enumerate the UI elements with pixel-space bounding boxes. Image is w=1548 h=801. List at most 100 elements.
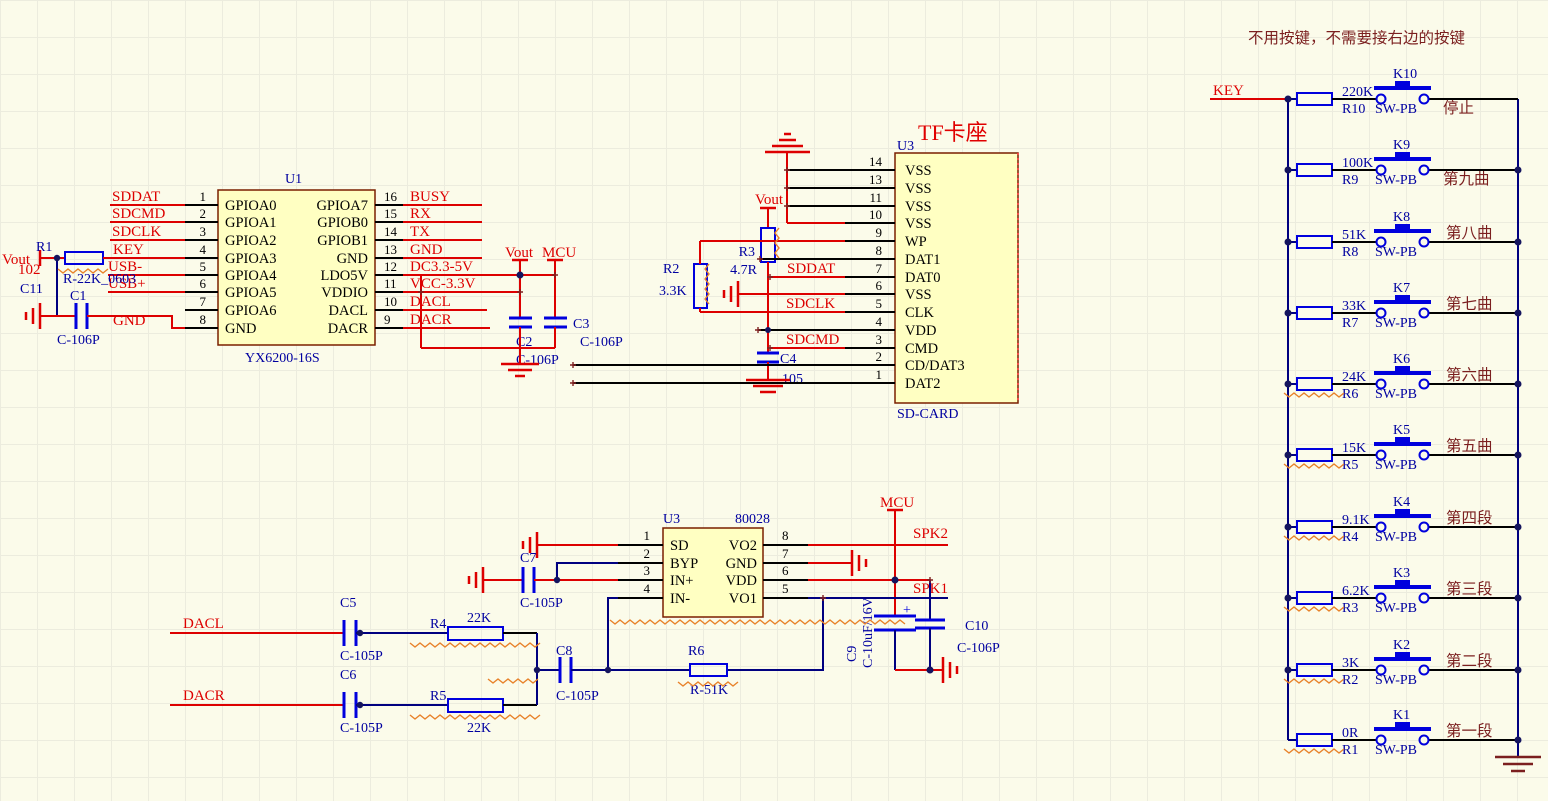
chip-sdcard[interactable]: U3 SD-CARD 1413 1110 98 76 54 32 1 VSSVS… — [845, 139, 1018, 422]
ground-icon — [1495, 757, 1541, 771]
svg-text:KEY: KEY — [113, 242, 144, 258]
svg-text:33K: 33K — [1342, 299, 1366, 314]
schematic-svg: U1 YX6200-16S 1 2 3 4 5 6 7 8 GPIOA0GPIO… — [0, 0, 1548, 801]
capacitor-c1[interactable]: C1 C-106P — [57, 289, 100, 348]
svg-text:5: 5 — [782, 581, 789, 596]
svg-text:K2: K2 — [1393, 638, 1410, 653]
svg-text:SW-PB: SW-PB — [1375, 102, 1417, 117]
capacitor-c6[interactable]: C6 C-105P — [340, 668, 383, 736]
pushbutton-icon[interactable] — [1374, 371, 1431, 375]
svg-text:VDD: VDD — [905, 323, 936, 339]
resistor-r2[interactable]: R2 3.3K — [659, 262, 707, 308]
mcu-rail-label[interactable]: MCU — [542, 245, 576, 261]
capacitor-c5[interactable]: C5 C-105P — [340, 596, 383, 664]
pushbutton-icon[interactable] — [1374, 229, 1431, 233]
svg-text:R1: R1 — [36, 240, 52, 255]
svg-text:9.1K: 9.1K — [1342, 513, 1370, 528]
svg-text:GPIOA2: GPIOA2 — [225, 233, 277, 249]
svg-text:GND: GND — [337, 251, 368, 267]
svg-text:R9: R9 — [1342, 173, 1358, 188]
svg-text:K5: K5 — [1393, 423, 1410, 438]
key-row-k7[interactable]: 33KR7 K7SW-PB 第七曲 — [1288, 281, 1518, 331]
svg-text:VSS: VSS — [905, 216, 932, 232]
pushbutton-icon[interactable] — [1374, 514, 1431, 518]
capacitor-c8[interactable]: C8 C-105P — [556, 644, 599, 704]
tf-card-section[interactable]: TF卡座 U3 SD-CARD 1413 1110 98 76 54 32 1 … — [573, 120, 1018, 422]
pushbutton-icon[interactable] — [1374, 727, 1431, 731]
resistor-r6[interactable]: R6 R-51K — [688, 644, 728, 698]
svg-text:R6: R6 — [1342, 387, 1358, 402]
pushbutton-icon[interactable] — [1374, 585, 1431, 589]
svg-text:3K: 3K — [1342, 656, 1359, 671]
keypad-section[interactable]: 不用按键，不需要接右边的按键 KEY 220KR10 K10SW-PB 停止 — [1210, 29, 1541, 771]
svg-text:BYP: BYP — [670, 556, 698, 572]
dacl-net-label[interactable]: DACL — [183, 616, 224, 632]
svg-text:220K: 220K — [1342, 85, 1373, 100]
svg-text:7: 7 — [782, 546, 789, 561]
svg-text:SW-PB: SW-PB — [1375, 245, 1417, 260]
svg-text:第三段: 第三段 — [1446, 580, 1493, 598]
svg-text:第二段: 第二段 — [1446, 652, 1493, 670]
tf-net-labels[interactable]: SDDAT SDCLK SDCMD — [770, 261, 845, 348]
key-net-label[interactable]: KEY — [1213, 83, 1244, 99]
svg-text:C5: C5 — [340, 596, 356, 611]
svg-text:GPIOA4: GPIOA4 — [225, 268, 277, 284]
c11-designator[interactable]: C11 — [20, 282, 43, 297]
vss-ground-rail[interactable] — [765, 134, 845, 223]
svg-text:DC3.3-5V: DC3.3-5V — [410, 259, 473, 275]
pushbutton-icon[interactable] — [1374, 86, 1431, 90]
svg-text:R2: R2 — [663, 262, 679, 277]
svg-text:VO1: VO1 — [729, 591, 757, 607]
svg-text:0R: 0R — [1342, 726, 1359, 741]
svg-text:3: 3 — [876, 332, 883, 347]
svg-text:停止: 停止 — [1443, 99, 1474, 117]
svg-text:C-106P: C-106P — [580, 335, 623, 350]
svg-text:RX: RX — [410, 206, 431, 222]
pushbutton-icon[interactable] — [1374, 300, 1431, 304]
svg-text:C6: C6 — [340, 668, 356, 683]
svg-text:GPIOB1: GPIOB1 — [317, 233, 368, 249]
dacr-net-label[interactable]: DACR — [183, 688, 225, 704]
svg-text:10: 10 — [384, 294, 397, 309]
svg-text:SW-PB: SW-PB — [1375, 601, 1417, 616]
chip-amp[interactable]: U3 80028 1 2 3 4 8 7 6 5 SD BYP IN+ IN- … — [618, 512, 808, 617]
key-row-k8[interactable]: 51KR8 K8SW-PB 第八曲 — [1288, 210, 1518, 260]
svg-text:DACL: DACL — [329, 303, 368, 319]
key-row-k10[interactable]: 220KR10 K10SW-PB 停止 — [1288, 67, 1518, 117]
svg-text:1: 1 — [876, 367, 883, 382]
svg-text:GPIOA6: GPIOA6 — [225, 303, 277, 319]
svg-text:K8: K8 — [1393, 210, 1410, 225]
svg-text:R2: R2 — [1342, 673, 1358, 688]
svg-text:4: 4 — [876, 314, 883, 329]
capacitor-c4[interactable]: C4 105 — [757, 352, 803, 387]
svg-text:DAT0: DAT0 — [905, 270, 940, 286]
pushbutton-icon[interactable] — [1374, 657, 1431, 661]
mcu-power-label[interactable]: MCU — [880, 495, 914, 511]
resistor-r5[interactable]: R5 22K — [430, 689, 503, 736]
chip-u1[interactable]: U1 YX6200-16S 1 2 3 4 5 6 7 8 GPIOA0GPIO… — [185, 172, 403, 366]
svg-text:22K: 22K — [467, 721, 491, 736]
svg-text:C3: C3 — [573, 317, 589, 332]
svg-text:K4: K4 — [1393, 495, 1410, 510]
resistor-r4[interactable]: R4 22K — [430, 611, 503, 640]
u1-input-network[interactable]: Vout 102 R1 R-22K_0603 C11 C1 C-106P — [2, 240, 185, 348]
svg-text:6: 6 — [876, 278, 883, 293]
pushbutton-icon[interactable] — [1374, 442, 1431, 446]
svg-text:DAT1: DAT1 — [905, 252, 940, 268]
amp-section[interactable]: U3 80028 1 2 3 4 8 7 6 5 SD BYP IN+ IN- … — [469, 495, 1000, 683]
capacitor-c9[interactable]: + C9 C-10uF/16V — [845, 597, 916, 668]
pushbutton-icon[interactable] — [1374, 157, 1431, 161]
spk2-net-label[interactable]: SPK2 — [913, 526, 948, 542]
svg-text:6: 6 — [782, 563, 789, 578]
svg-text:22K: 22K — [467, 611, 491, 626]
svg-text:R5: R5 — [1342, 458, 1358, 473]
svg-text:12: 12 — [384, 259, 397, 274]
svg-text:TX: TX — [410, 224, 430, 240]
svg-text:SDDAT: SDDAT — [787, 261, 835, 277]
svg-text:4: 4 — [644, 581, 651, 596]
vout-rail-label[interactable]: Vout — [505, 245, 534, 261]
tf-title: TF卡座 — [918, 120, 988, 145]
key-row-k9[interactable]: 100KR9 K9SW-PB 第九曲 — [1288, 138, 1518, 188]
tf-vout-label[interactable]: Vout — [755, 192, 784, 208]
svg-text:IN-: IN- — [670, 591, 690, 607]
